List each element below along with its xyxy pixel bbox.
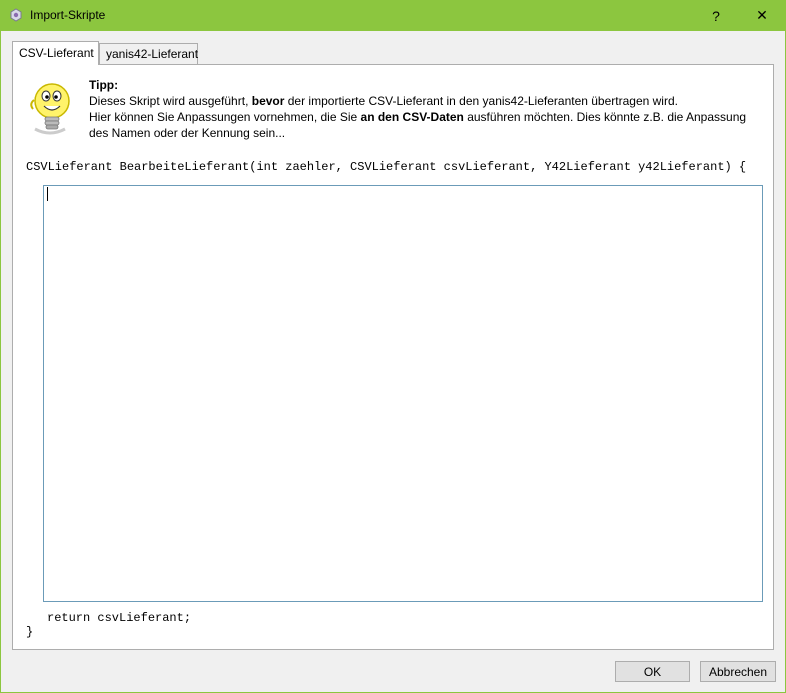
tab-panel: Tipp: Dieses Skript wird ausgeführt, bev… <box>12 64 774 650</box>
tip-line-1: Dieses Skript wird ausgeführt, bevor der… <box>89 94 678 108</box>
dialog-window: Import-Skripte ? ✕ CSV-Lieferant yanis42… <box>0 0 786 693</box>
help-button[interactable]: ? <box>694 0 738 31</box>
return-statement: return csvLieferant; <box>47 611 192 625</box>
tip-text: Hier können Sie Anpassungen vornehmen, d… <box>89 110 361 124</box>
script-editor[interactable] <box>43 185 763 602</box>
text-caret <box>47 187 48 201</box>
tip-line-3: des Namen oder der Kennung sein... <box>89 126 286 140</box>
close-icon: ✕ <box>756 7 768 23</box>
tip-line-2: Hier können Sie Anpassungen vornehmen, d… <box>89 110 746 124</box>
lightbulb-icon <box>25 79 75 139</box>
method-signature: CSVLieferant BearbeiteLieferant(int zaeh… <box>26 160 747 174</box>
title-bar[interactable]: Import-Skripte ? ✕ <box>0 0 786 31</box>
window-title: Import-Skripte <box>30 8 106 22</box>
tip-text: Dieses Skript wird ausgeführt, <box>89 94 252 108</box>
cancel-button[interactable]: Abbrechen <box>700 661 776 682</box>
closing-brace: } <box>26 625 34 639</box>
question-icon: ? <box>712 7 720 24</box>
tip-bold: bevor <box>251 94 285 108</box>
tab-yanis42-lieferant[interactable]: yanis42-Lieferant <box>99 43 198 64</box>
ok-button[interactable]: OK <box>615 661 690 682</box>
tip-title: Tipp: <box>89 78 119 92</box>
tab-csv-lieferant[interactable]: CSV-Lieferant <box>12 41 99 65</box>
tip-text: ausführen möchten. Dies könnte z.B. die … <box>463 110 747 124</box>
tip-text: der importierte CSV-Lieferant in den yan… <box>284 94 678 108</box>
app-gear-icon <box>9 8 23 22</box>
dialog-client-area: CSV-Lieferant yanis42-Lieferant Tipp: Di… <box>1 31 785 692</box>
tip-bold: an den CSV-Daten <box>360 110 464 124</box>
close-button[interactable]: ✕ <box>740 0 784 31</box>
